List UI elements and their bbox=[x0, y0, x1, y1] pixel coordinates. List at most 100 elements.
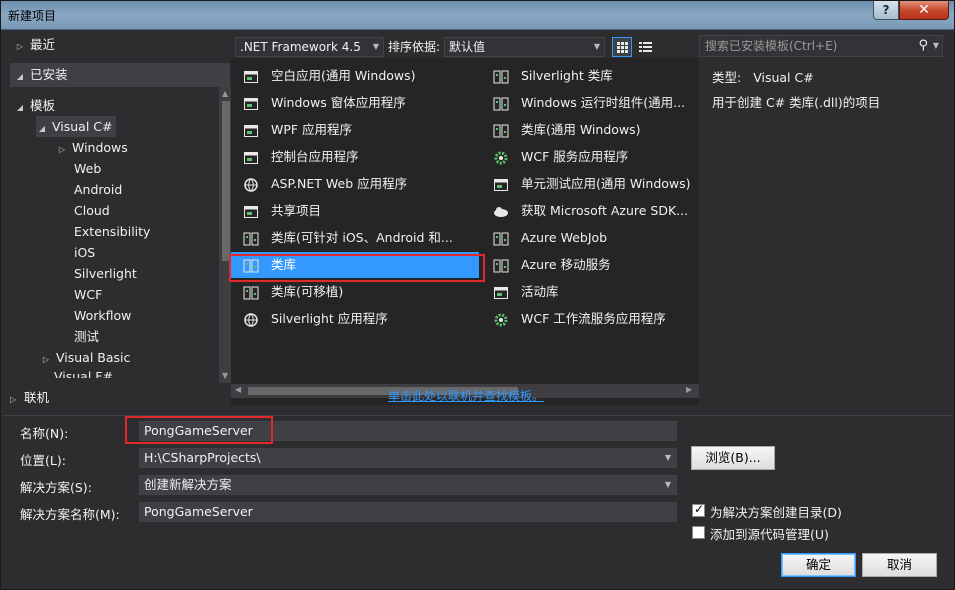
template-item[interactable]: 共享项目 bbox=[231, 198, 479, 224]
solution-name-label: 解决方案名称(M): bbox=[20, 507, 120, 522]
dialog-body: ▷ 最近 ◢ 已安装 ◢ 模板 ◢ Visual C# ▷ Windows We… bbox=[2, 31, 953, 589]
close-button[interactable]: ✕ bbox=[899, 1, 949, 20]
template-item[interactable]: WPF 应用程序 bbox=[231, 117, 479, 143]
source-control-checkbox[interactable] bbox=[692, 526, 705, 539]
scroll-down-icon[interactable]: ▼ bbox=[222, 371, 228, 380]
search-placeholder: 搜索已安装模板(Ctrl+E) bbox=[705, 39, 838, 53]
cancel-button[interactable]: 取消 bbox=[862, 553, 937, 577]
template-item[interactable]: 获取 Microsoft Azure SDK... bbox=[481, 198, 729, 224]
tree-item-web[interactable]: Web bbox=[74, 158, 101, 179]
list-view-icon bbox=[639, 42, 652, 52]
template-icon bbox=[493, 122, 509, 138]
chevron-down-icon[interactable]: ▼ bbox=[933, 36, 939, 56]
template-item[interactable]: ASP.NET Web 应用程序 bbox=[231, 171, 479, 197]
location-combo[interactable]: H:\CSharpProjects\ ▼ bbox=[139, 448, 677, 468]
create-directory-label[interactable]: 为解决方案创建目录(D) bbox=[710, 502, 842, 521]
template-item[interactable]: 类库(通用 Windows) bbox=[481, 117, 729, 143]
tree-item-ios[interactable]: iOS bbox=[74, 242, 95, 263]
list-view-button[interactable] bbox=[635, 37, 655, 57]
template-label: 类库(通用 Windows) bbox=[521, 122, 641, 137]
template-item[interactable]: Silverlight 应用程序 bbox=[231, 306, 479, 332]
tree-item-cloud[interactable]: Cloud bbox=[74, 200, 110, 221]
solution-combo[interactable]: 创建新解决方案 ▼ bbox=[139, 475, 677, 495]
ok-button[interactable]: 确定 bbox=[781, 553, 856, 577]
template-item[interactable]: 控制台应用程序 bbox=[231, 144, 479, 170]
template-item[interactable]: 活动库 bbox=[481, 279, 729, 305]
tree-item-windows[interactable]: ▷ Windows bbox=[56, 137, 128, 158]
expand-arrow-icon[interactable]: ▷ bbox=[10, 395, 24, 404]
template-item[interactable]: WCF 服务应用程序 bbox=[481, 144, 729, 170]
solution-value: 创建新解决方案 bbox=[144, 477, 232, 492]
template-label: Silverlight 应用程序 bbox=[271, 311, 388, 326]
template-item[interactable]: Silverlight 类库 bbox=[481, 63, 729, 89]
tree-item-extensibility[interactable]: Extensibility bbox=[74, 221, 150, 242]
template-item[interactable]: Azure WebJob bbox=[481, 225, 729, 251]
online-templates-link[interactable]: 单击此处以联机并查找模板。 bbox=[388, 387, 544, 404]
tree-item-label: Visual Basic bbox=[55, 350, 131, 365]
template-label: Windows 运行时组件(通用... bbox=[521, 95, 686, 110]
solution-name-input[interactable]: PongGameServer bbox=[139, 502, 677, 522]
template-tree: ▷ 最近 ◢ 已安装 ◢ 模板 ◢ Visual C# ▷ Windows We… bbox=[10, 31, 233, 411]
scroll-thumb[interactable] bbox=[222, 101, 230, 261]
collapse-arrow-icon[interactable]: ◢ bbox=[14, 66, 26, 87]
template-icon bbox=[243, 203, 259, 219]
tree-item-wcf[interactable]: WCF bbox=[74, 284, 102, 305]
template-item[interactable]: Azure 移动服务 bbox=[481, 252, 729, 278]
tree-item-visual-csharp[interactable]: ◢ Visual C# bbox=[36, 116, 117, 139]
template-icon bbox=[243, 95, 259, 111]
expand-arrow-icon[interactable]: ▷ bbox=[14, 36, 26, 57]
template-icon bbox=[243, 284, 259, 300]
template-icon bbox=[493, 203, 509, 219]
tree-item-visual-basic[interactable]: ▷ Visual Basic bbox=[40, 347, 130, 368]
template-item[interactable]: 空白应用(通用 Windows) bbox=[231, 63, 479, 89]
create-directory-checkbox[interactable] bbox=[692, 502, 705, 517]
chevron-down-icon[interactable]: ▼ bbox=[665, 449, 671, 467]
small-icons-view-button[interactable] bbox=[612, 37, 632, 57]
collapse-arrow-icon[interactable]: ◢ bbox=[14, 97, 26, 118]
template-item[interactable]: 单元测试应用(通用 Windows) bbox=[481, 171, 729, 197]
tree-item-workflow[interactable]: Workflow bbox=[74, 305, 131, 326]
template-label: WPF 应用程序 bbox=[271, 122, 353, 137]
template-label: WCF 工作流服务应用程序 bbox=[521, 311, 666, 326]
template-icon bbox=[243, 230, 259, 246]
scroll-up-icon[interactable]: ▲ bbox=[222, 89, 228, 98]
tree-item-online[interactable]: ▷ 联机 bbox=[10, 387, 49, 406]
template-icon bbox=[243, 149, 259, 165]
template-icon bbox=[493, 68, 509, 84]
scroll-right-icon[interactable]: ▶ bbox=[686, 385, 692, 394]
template-icon bbox=[243, 122, 259, 138]
template-icon bbox=[493, 284, 509, 300]
template-icon bbox=[493, 149, 509, 165]
template-label: 获取 Microsoft Azure SDK... bbox=[521, 203, 689, 218]
highlight-box bbox=[229, 254, 485, 282]
tree-item-android[interactable]: Android bbox=[74, 179, 122, 200]
collapse-arrow-icon[interactable]: ◢ bbox=[36, 118, 48, 139]
chevron-down-icon[interactable]: ▼ bbox=[665, 476, 671, 494]
tree-item-silverlight[interactable]: Silverlight bbox=[74, 263, 137, 284]
tree-item-recent[interactable]: ▷ 最近 bbox=[14, 34, 55, 55]
template-item[interactable]: Windows 窗体应用程序 bbox=[231, 90, 479, 116]
template-icon bbox=[243, 68, 259, 84]
template-icon bbox=[493, 311, 509, 327]
template-item[interactable]: 类库(可移植) bbox=[231, 279, 479, 305]
expand-arrow-icon[interactable]: ▷ bbox=[56, 139, 68, 160]
expand-arrow-icon[interactable]: ▷ bbox=[40, 349, 52, 370]
template-item[interactable]: WCF 工作流服务应用程序 bbox=[481, 306, 729, 332]
search-templates-input[interactable]: 搜索已安装模板(Ctrl+E) ⚲ ▼ bbox=[699, 35, 943, 57]
search-icon[interactable]: ⚲ bbox=[918, 36, 928, 56]
help-button[interactable]: ? bbox=[873, 1, 899, 20]
tree-item-test[interactable]: 测试 bbox=[74, 326, 99, 347]
tree-item-visual-fsharp[interactable]: Visual F# bbox=[54, 368, 113, 378]
template-item[interactable]: 类库(可针对 iOS、Android 和... bbox=[231, 225, 479, 251]
scroll-left-icon[interactable]: ◀ bbox=[235, 385, 241, 394]
template-item[interactable]: Windows 运行时组件(通用... bbox=[481, 90, 729, 116]
sort-select[interactable]: 默认值 ▼ bbox=[444, 37, 605, 57]
browse-button[interactable]: 浏览(B)... bbox=[691, 446, 775, 470]
template-label: 单元测试应用(通用 Windows) bbox=[521, 176, 691, 191]
tree-item-label: 模板 bbox=[29, 98, 55, 113]
framework-select[interactable]: .NET Framework 4.5 ▼ bbox=[235, 37, 384, 57]
source-control-label[interactable]: 添加到源代码管理(U) bbox=[710, 524, 829, 543]
tree-item-templates[interactable]: ◢ 模板 bbox=[14, 95, 55, 116]
framework-value: .NET Framework 4.5 bbox=[240, 40, 361, 54]
template-label: 空白应用(通用 Windows) bbox=[271, 68, 416, 83]
